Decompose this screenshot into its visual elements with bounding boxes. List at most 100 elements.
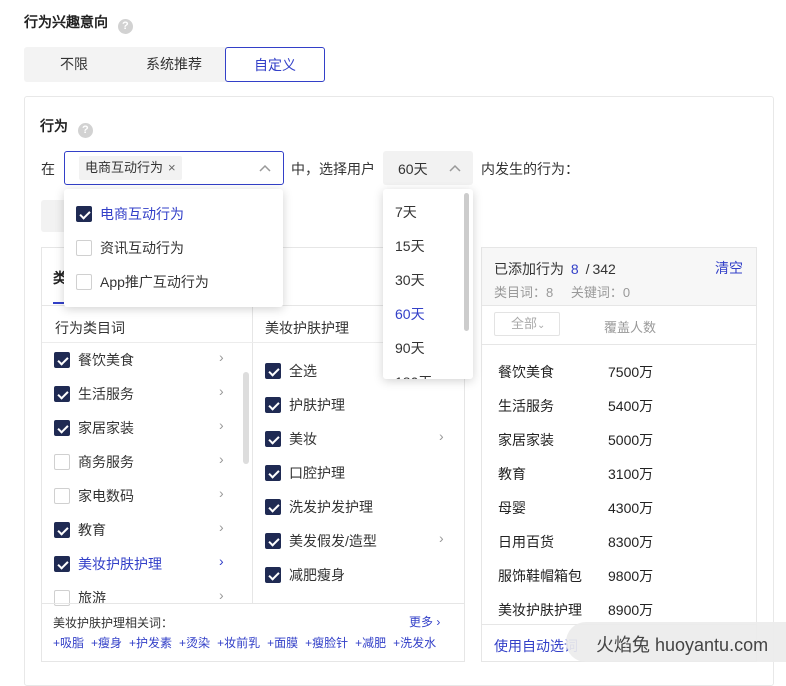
checkbox[interactable]	[54, 556, 70, 572]
checkbox[interactable]	[76, 274, 92, 290]
day-option[interactable]: 7天	[395, 202, 417, 222]
selected-tag: 电商互动行为 ×	[79, 156, 182, 180]
col1-header: 行为类目词	[55, 320, 125, 336]
chevron-right-icon[interactable]: ›	[219, 417, 224, 433]
filter-select[interactable]: 全部⌄	[494, 312, 560, 336]
list-item[interactable]: 餐饮美食	[54, 350, 134, 370]
column-divider	[252, 305, 253, 603]
chevron-right-icon[interactable]: ›	[219, 587, 224, 603]
selected-list: 餐饮美食 7500万 生活服务 5400万 家居家装 5000万 教育 3100万 母婴 4300…	[481, 360, 757, 620]
selected-item: 生活服务 5400万	[498, 398, 654, 414]
checkbox[interactable]	[76, 240, 92, 256]
list-item[interactable]: 旅游	[54, 588, 106, 608]
chevron-right-icon[interactable]: ›	[219, 451, 224, 467]
chevron-right-icon[interactable]: ›	[219, 485, 224, 501]
list-item[interactable]: 美发假发/造型	[265, 531, 377, 551]
chevron-right-icon[interactable]: ›	[219, 383, 224, 399]
day-option[interactable]: 15天	[395, 236, 425, 256]
chevron-right-icon[interactable]: ›	[219, 519, 224, 535]
keyword-link[interactable]: +面膜	[267, 634, 298, 651]
behavior-type-dropdown: 电商互动行为 资讯互动行为 App推广互动行为	[64, 189, 283, 307]
keyword-link[interactable]: +妆前乳	[217, 634, 260, 651]
selected-item: 日用百货 8300万	[498, 534, 654, 550]
day-select[interactable]: 60天	[383, 151, 473, 185]
coverage-header: 覆盖人数	[604, 320, 657, 335]
chevron-right-icon[interactable]: ›	[439, 530, 444, 546]
count-detail: 类目词：8 关键词：0	[494, 285, 631, 300]
day-dropdown: 7天 15天 30天 60天 90天 180天	[383, 189, 473, 379]
tag-close-icon[interactable]: ×	[168, 156, 176, 180]
selected-item: 服饰鞋帽箱包 9800万	[498, 568, 654, 584]
checkbox[interactable]	[76, 206, 92, 222]
prefix-text: 在	[41, 161, 55, 177]
day-option[interactable]: 30天	[395, 270, 425, 290]
related-title: 美妆护肤护理相关词：	[53, 616, 174, 630]
selected-item: 美妆护肤护理 8900万	[498, 602, 654, 618]
divider	[482, 344, 756, 345]
divider	[482, 305, 756, 306]
checkbox[interactable]	[265, 567, 281, 583]
checkbox[interactable]	[54, 522, 70, 538]
keyword-link[interactable]: +烫染	[179, 634, 210, 651]
checkbox[interactable]	[265, 465, 281, 481]
chevron-right-icon[interactable]: ›	[219, 349, 224, 365]
keyword-link[interactable]: +减肥	[355, 634, 386, 651]
option-custom[interactable]: 自定义	[225, 47, 325, 82]
list-item[interactable]: 生活服务	[54, 384, 134, 404]
chevron-right-icon[interactable]: ›	[439, 428, 444, 444]
checkbox[interactable]	[265, 431, 281, 447]
clear-button[interactable]: 清空	[715, 258, 743, 278]
list-item[interactable]: 洗发护发护理	[265, 497, 373, 517]
list-item[interactable]: 商务服务	[54, 452, 134, 472]
keyword-link[interactable]: +洗发水	[393, 634, 436, 651]
keyword-link[interactable]: +吸脂	[53, 634, 84, 651]
selected-item: 餐饮美食 7500万	[498, 364, 654, 380]
list-item[interactable]: 全选	[265, 361, 317, 381]
option-unlimited[interactable]: 不限	[24, 47, 124, 82]
list-item[interactable]: 家居家装	[54, 418, 134, 438]
list-item[interactable]: 家电数码	[54, 486, 134, 506]
checkbox[interactable]	[54, 386, 70, 402]
selected-item: 母婴 4300万	[498, 500, 654, 516]
day-option[interactable]: 60天	[395, 304, 425, 324]
watermark: 火焰兔 huoyantu.com	[566, 622, 786, 662]
keyword-link[interactable]: +护发素	[129, 634, 172, 651]
help-icon[interactable]: ?	[117, 19, 133, 34]
added-count: 已添加行为 8 /342	[494, 261, 616, 277]
day-option[interactable]: 90天	[395, 338, 425, 358]
checkbox[interactable]	[54, 352, 70, 368]
behavior-type-select[interactable]: 电商互动行为 ×	[64, 151, 284, 185]
checkbox[interactable]	[54, 454, 70, 470]
keyword-list: +吸脂 +瘦身 +护发素 +烫染 +妆前乳 +面膜 +瘦脸针 +减肥 +洗发水	[53, 634, 436, 651]
checkbox[interactable]	[265, 533, 281, 549]
list-item[interactable]: 减肥瘦身	[265, 565, 345, 585]
type-option[interactable]: 电商互动行为	[76, 204, 184, 224]
scrollbar[interactable]	[243, 372, 249, 464]
checkbox[interactable]	[265, 363, 281, 379]
list-item[interactable]: 口腔护理	[265, 463, 345, 483]
checkbox[interactable]	[265, 499, 281, 515]
chevron-right-icon[interactable]: ›	[219, 553, 224, 569]
type-option[interactable]: 资讯互动行为	[76, 238, 184, 258]
divider	[42, 603, 464, 604]
type-option[interactable]: App推广互动行为	[76, 272, 209, 292]
keyword-link[interactable]: +瘦身	[91, 634, 122, 651]
option-system-recommend[interactable]: 系统推荐	[124, 47, 224, 82]
scrollbar[interactable]	[464, 193, 469, 331]
day-option[interactable]: 180天	[395, 372, 432, 379]
checkbox[interactable]	[265, 397, 281, 413]
selected-item: 教育 3100万	[498, 466, 654, 482]
checkbox[interactable]	[54, 420, 70, 436]
more-link[interactable]: 更多 ›	[409, 613, 440, 630]
list-item[interactable]: 护肤护理	[265, 395, 345, 415]
list-item[interactable]: 美妆护肤护理	[54, 554, 162, 574]
middle-text: 中，选择用户	[291, 161, 375, 177]
section-title: 行为兴趣意向 ?	[24, 12, 133, 34]
chevron-up-icon	[449, 164, 461, 172]
suffix-text: 内发生的行为：	[481, 161, 579, 177]
list-item[interactable]: 美妆	[265, 429, 317, 449]
checkbox[interactable]	[54, 488, 70, 504]
help-icon[interactable]: ?	[77, 123, 93, 138]
keyword-link[interactable]: +瘦脸针	[305, 634, 348, 651]
list-item[interactable]: 教育	[54, 520, 106, 540]
